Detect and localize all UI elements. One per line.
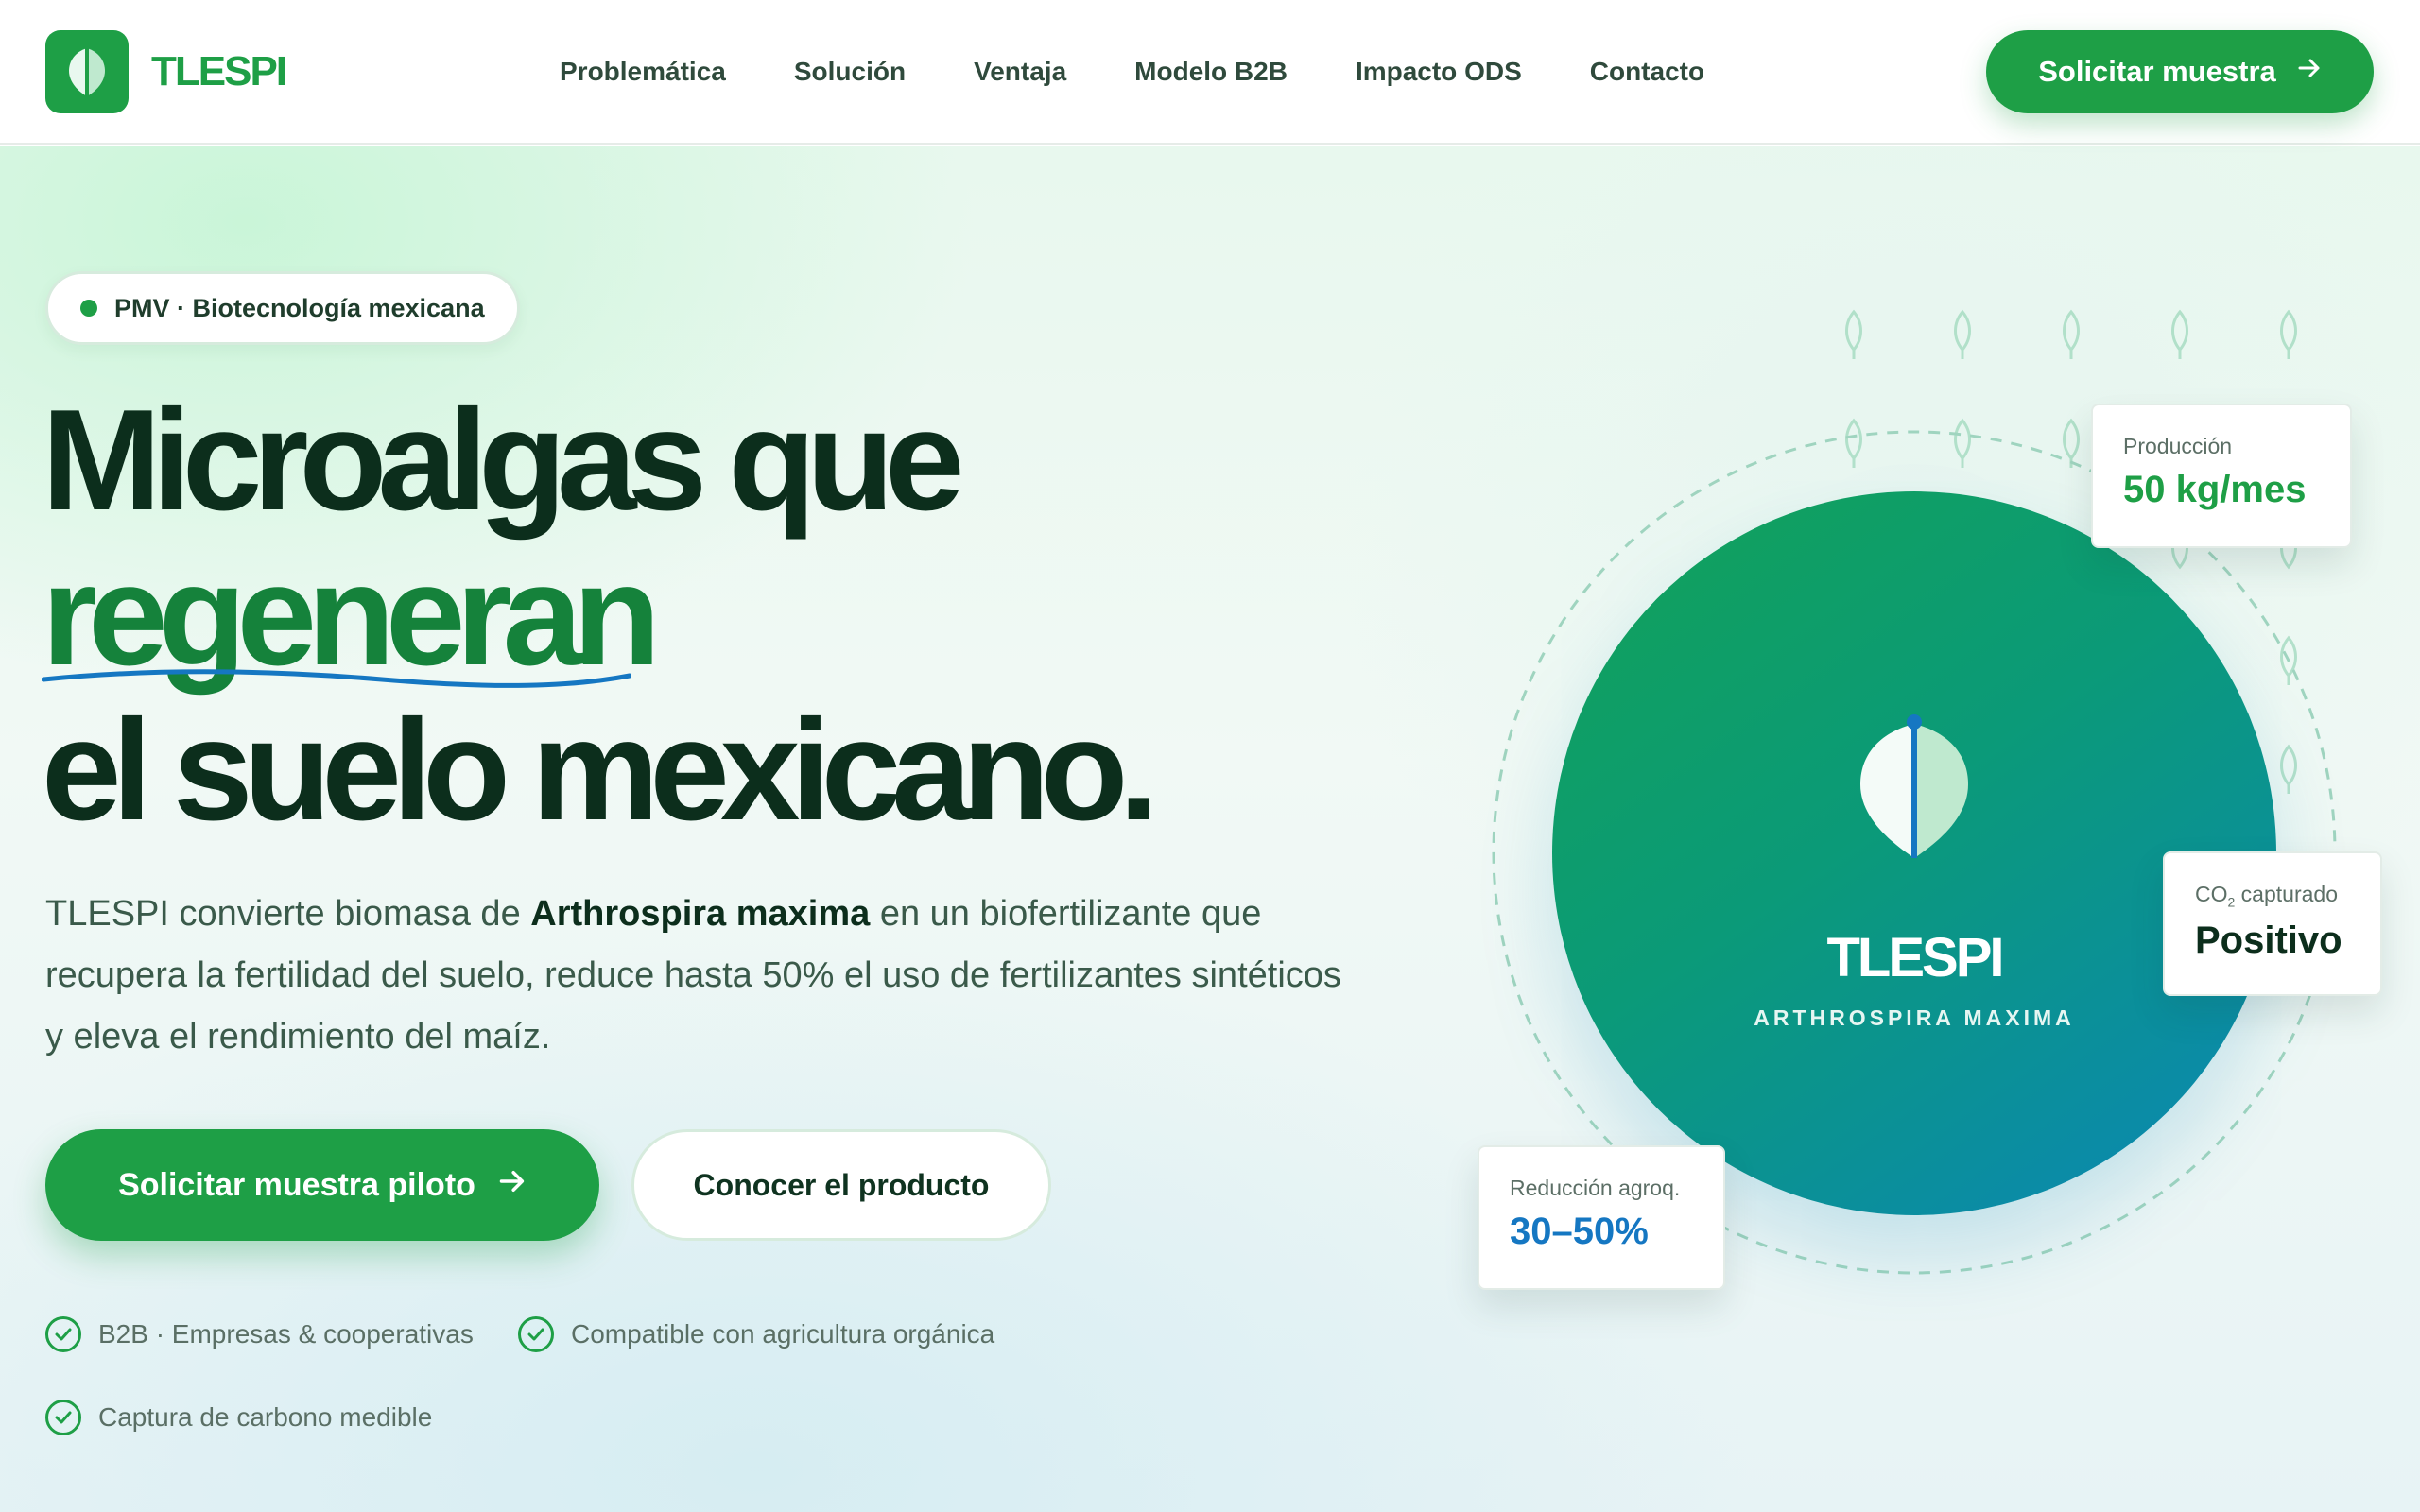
feature-item-organic: Compatible con agricultura orgánica xyxy=(518,1316,994,1352)
stat-card-production: Producción 50 kg/mes xyxy=(2091,404,2352,548)
brand-name: TLESPI xyxy=(151,48,287,94)
logo[interactable]: TLESPI xyxy=(45,30,287,113)
stat-label: Reducción agroq. xyxy=(1510,1176,1681,1200)
lead-species: Arthrospira maxima xyxy=(530,894,871,934)
secondary-button-label: Conocer el producto xyxy=(693,1167,990,1202)
stat-label: CO2 capturado xyxy=(2195,882,2350,910)
request-sample-label: Solicitar muestra xyxy=(2038,55,2276,88)
stat-card-co2: CO2 capturado Positivo xyxy=(2163,851,2382,996)
arrow-right-icon xyxy=(2297,56,2322,88)
nav-link-modelo-b2b[interactable]: Modelo B2B xyxy=(1134,53,1288,91)
stat-value: 50 kg/mes xyxy=(2123,469,2307,510)
site-header: TLESPI Problemática Solución Ventaja Mod… xyxy=(0,0,2420,145)
wavy-underline-icon xyxy=(42,669,631,688)
feature-item-carbon: Captura de carbono medible xyxy=(45,1400,432,1435)
check-circle-icon xyxy=(45,1400,81,1435)
nav-link-solucion[interactable]: Solución xyxy=(794,53,906,91)
status-badge: PMV · Biotecnología mexicana xyxy=(45,271,520,345)
check-circle-icon xyxy=(518,1316,554,1352)
nav-link-contacto[interactable]: Contacto xyxy=(1590,53,1704,91)
co2-label-rest: capturado xyxy=(2235,882,2338,906)
headline-accent-wrap: regeneran xyxy=(42,538,661,693)
headline-line-3: el suelo mexicano. xyxy=(42,690,1159,850)
feature-item-b2b: B2B · Empresas & cooperativas xyxy=(45,1316,474,1352)
stat-value: 30–50% xyxy=(1510,1211,1649,1252)
nav-link-impacto-ods[interactable]: Impacto ODS xyxy=(1356,53,1522,91)
headline-line-1: Microalgas que xyxy=(42,380,965,541)
feature-label: Captura de carbono medible xyxy=(98,1402,433,1432)
nav-link-ventaja[interactable]: Ventaja xyxy=(974,53,1066,91)
badge-text: PMV · Biotecnología mexicana xyxy=(114,293,485,322)
check-circle-icon xyxy=(45,1316,81,1352)
circle-species-subtitle: ARTHROSPIRA MAXIMA xyxy=(1754,1005,2075,1030)
stat-value: Positivo xyxy=(2195,919,2342,961)
leaf-logo-icon xyxy=(45,30,129,113)
lead-text-1: TLESPI convierte biomasa de xyxy=(45,894,531,934)
stat-card-reduction: Reducción agroq. 30–50% xyxy=(1478,1145,1725,1290)
learn-product-button[interactable]: Conocer el producto xyxy=(631,1129,1051,1241)
request-sample-button[interactable]: Solicitar muestra xyxy=(1986,30,2374,113)
primary-button-label: Solicitar muestra piloto xyxy=(118,1166,475,1203)
leaf-emblem-icon xyxy=(1860,714,1968,858)
hero-headline: Microalgas que regeneran el suelo mexica… xyxy=(42,380,1159,850)
main-nav: Problemática Solución Ventaja Modelo B2B… xyxy=(560,53,1772,91)
hero-description: TLESPI convierte biomasa de Arthrospira … xyxy=(45,884,1369,1068)
nav-link-problematica[interactable]: Problemática xyxy=(560,53,726,91)
feature-label: Compatible con agricultura orgánica xyxy=(571,1319,995,1349)
co2-label-main: CO xyxy=(2195,882,2228,906)
stat-label: Producción xyxy=(2123,434,2233,458)
feature-label: B2B · Empresas & cooperativas xyxy=(98,1319,474,1349)
arrow-right-icon xyxy=(498,1167,527,1204)
status-dot-icon xyxy=(80,300,97,317)
request-pilot-sample-button[interactable]: Solicitar muestra piloto xyxy=(45,1129,599,1241)
